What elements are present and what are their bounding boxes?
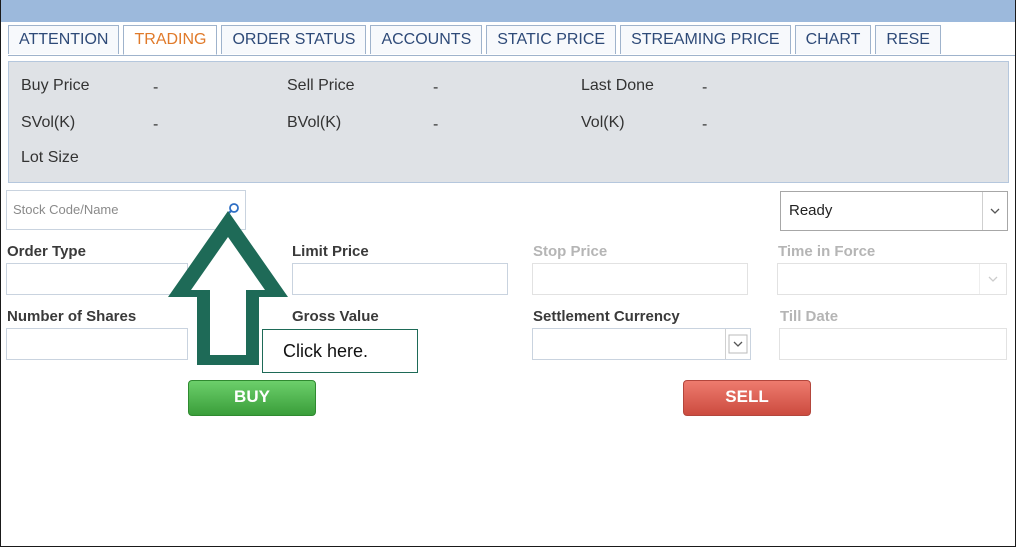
title-bar <box>1 0 1015 22</box>
time-in-force-dropdown <box>777 263 1007 295</box>
sell-price-value: - <box>433 79 439 96</box>
gross-value-label: Gross Value <box>292 308 379 325</box>
callout-text: Click here. <box>283 341 369 361</box>
last-done-value: - <box>702 79 708 96</box>
sell-button[interactable]: SELL <box>683 380 811 416</box>
buy-button[interactable]: BUY <box>188 380 316 416</box>
chevron-down-icon[interactable] <box>725 329 750 359</box>
chevron-down-icon <box>979 264 1006 294</box>
chevron-down-icon[interactable] <box>982 192 1007 230</box>
settlement-currency-dropdown[interactable] <box>532 328 751 360</box>
tab-trading[interactable]: TRADING <box>123 25 218 55</box>
order-type-field[interactable] <box>6 263 188 295</box>
tab-chart[interactable]: CHART <box>794 25 872 54</box>
tab-rese[interactable]: RESE <box>875 25 941 54</box>
settlement-currency-label: Settlement Currency <box>533 308 680 325</box>
till-date-field <box>779 328 1007 360</box>
tab-streaming-price[interactable]: STREAMING PRICE <box>620 25 791 54</box>
status-dropdown-value: Ready <box>789 202 833 219</box>
tab-static-price[interactable]: STATIC PRICE <box>486 25 617 54</box>
tab-attention[interactable]: ATTENTION <box>8 25 120 54</box>
till-date-label: Till Date <box>780 308 839 325</box>
click-here-callout: Click here. <box>262 329 418 373</box>
svol-value: - <box>153 116 159 133</box>
lot-size-label: Lot Size <box>21 149 79 166</box>
time-in-force-label: Time in Force <box>778 243 876 260</box>
stop-price-field <box>532 263 748 295</box>
stop-price-label: Stop Price <box>533 243 608 260</box>
limit-price-field[interactable] <box>292 263 508 295</box>
trading-window: ATTENTION TRADING ORDER STATUS ACCOUNTS … <box>0 0 1016 547</box>
tab-order-status[interactable]: ORDER STATUS <box>221 25 367 54</box>
status-dropdown[interactable]: Ready <box>780 191 1008 231</box>
number-of-shares-label: Number of Shares <box>7 308 137 325</box>
bvol-label: BVol(K) <box>287 114 342 131</box>
tab-accounts[interactable]: ACCOUNTS <box>370 25 483 54</box>
svol-label: SVol(K) <box>21 114 76 131</box>
last-done-label: Last Done <box>581 77 654 94</box>
sell-price-label: Sell Price <box>287 77 355 94</box>
order-type-label: Order Type <box>7 243 86 260</box>
tab-bar: ATTENTION TRADING ORDER STATUS ACCOUNTS … <box>8 25 1015 56</box>
bvol-value: - <box>433 116 439 133</box>
buy-price-label: Buy Price <box>21 77 90 94</box>
vol-value: - <box>702 116 708 133</box>
buy-price-value: - <box>153 79 159 96</box>
quote-panel: Buy Price - Sell Price - Last Done - SVo… <box>8 61 1009 183</box>
vol-label: Vol(K) <box>581 114 625 131</box>
number-of-shares-field[interactable] <box>6 328 188 360</box>
limit-price-label: Limit Price <box>292 243 369 260</box>
